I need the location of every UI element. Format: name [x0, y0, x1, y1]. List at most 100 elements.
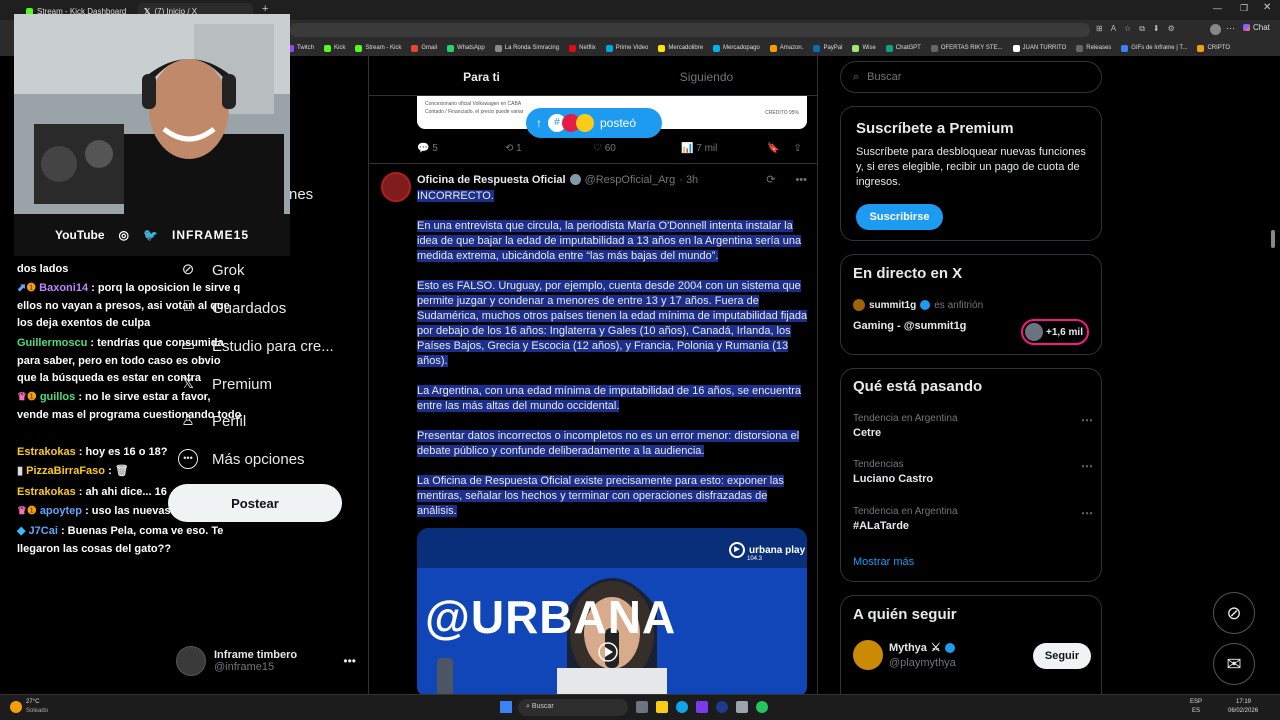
chat-username: Estrakokas: [17, 446, 76, 458]
weather-desc[interactable]: Soleado: [26, 708, 48, 714]
grok-fab[interactable]: ⊘: [1213, 592, 1255, 634]
spotify-icon[interactable]: [756, 701, 768, 713]
brand-name: urbana play: [749, 544, 806, 556]
copilot-chat-button[interactable]: Chat: [1243, 23, 1270, 32]
trend-item[interactable]: Tendencias Luciano Castro ⋯: [853, 459, 1093, 485]
bookmark-label: Prime Video: [615, 45, 649, 51]
trend-more-icon[interactable]: ⋯: [1081, 459, 1093, 473]
edge-icon[interactable]: [676, 701, 688, 713]
reply-button[interactable]: 💬 5: [417, 143, 505, 154]
account-switcher[interactable]: Inframe timbero @inframe15 •••: [176, 644, 356, 678]
bookmark-item[interactable]: Amazon.: [765, 44, 809, 52]
bookmark-item[interactable]: Netflix: [564, 44, 601, 52]
nav-item-perfil[interactable]: ♙ Perfil: [178, 411, 246, 431]
language-indicator[interactable]: ESP: [1190, 699, 1202, 705]
menu-icon[interactable]: ⋯: [1226, 23, 1235, 34]
premium-card: Suscríbete a Premium Suscríbete para des…: [840, 106, 1102, 241]
bookmark-item[interactable]: Mercadopago: [708, 44, 765, 52]
bookmark-item[interactable]: Wise: [847, 44, 880, 52]
tab-following[interactable]: Siguiendo: [594, 56, 817, 95]
post-handle[interactable]: @RespOficial_Arg: [585, 174, 676, 186]
app-icon[interactable]: [696, 701, 708, 713]
bookmark-item[interactable]: La Ronda Simracing: [490, 44, 564, 52]
maximize-button[interactable]: ❐: [1240, 3, 1248, 14]
post-author[interactable]: Oficina de Respuesta Oficial: [417, 174, 566, 186]
verified-badge-icon: [569, 174, 581, 185]
bookmark-item[interactable]: OFERTAS RIKY STE...: [926, 44, 1008, 52]
bookmark-button[interactable]: 🔖: [767, 143, 779, 154]
bookmark-item[interactable]: WhatsApp: [442, 44, 490, 52]
bookmark-item[interactable]: CRIPTO: [1192, 44, 1235, 52]
bookmark-item[interactable]: Releases: [1071, 44, 1116, 52]
nav-item-grok[interactable]: ⊘ Grok: [178, 260, 245, 280]
nav-item-creator-studio[interactable]: ▭ Estudio para cre...: [178, 336, 334, 356]
clock-time[interactable]: 17:19: [1236, 699, 1251, 705]
follow-name-row[interactable]: Mythya ⚔: [889, 641, 955, 654]
nav-label: Estudio para cre...: [212, 337, 334, 355]
task-view-icon[interactable]: [636, 701, 648, 713]
file-explorer-icon[interactable]: [656, 701, 668, 713]
scrollbar-thumb[interactable]: [1271, 230, 1275, 248]
views-button[interactable]: 📊 7 mil: [681, 143, 761, 154]
nav-item-premium[interactable]: 𝕏 Premium: [178, 374, 272, 394]
nav-item-guardados[interactable]: ⎕ Guardados: [178, 298, 286, 318]
close-window-button[interactable]: ✕: [1263, 2, 1271, 13]
taskbar-apps: [636, 701, 776, 715]
taskbar-search[interactable]: ⌕ Buscar: [518, 699, 628, 716]
show-more-link[interactable]: Mostrar más: [853, 556, 914, 568]
toolbar-icons[interactable]: ⊞A☆⧉⬇⚙: [1096, 24, 1183, 34]
bookmark-item[interactable]: Mercadolibre: [653, 44, 708, 52]
bookmark-item[interactable]: GIFs de Inframe | T...: [1116, 44, 1192, 52]
post-time[interactable]: · 3h: [679, 174, 698, 186]
windows-start-icon[interactable]: [500, 701, 512, 713]
weather-sun-icon: [10, 701, 22, 713]
post-paragraph: La Argentina, con una edad mínima de imp…: [417, 385, 802, 412]
share-button[interactable]: ⇪: [793, 143, 801, 154]
nav-label: Grok: [212, 261, 245, 279]
bookmark-item[interactable]: JUAN TURRITO: [1008, 44, 1072, 52]
trend-item[interactable]: Tendencia en Argentina #ALaTarde ⋯: [853, 506, 1093, 532]
tab-for-you[interactable]: Para ti: [369, 56, 594, 95]
bookmark-item[interactable]: Kick: [319, 44, 350, 52]
trend-more-icon[interactable]: ⋯: [1081, 413, 1093, 427]
host-role: es anfitrión: [934, 299, 984, 311]
grok-icon[interactable]: ⟳: [766, 173, 775, 186]
chat-username: Estrakokas: [17, 486, 76, 498]
profile-avatar[interactable]: [1210, 24, 1221, 35]
new-posts-pill[interactable]: ↑ # posteó: [526, 108, 662, 138]
search-box[interactable]: ⌕ Buscar: [840, 61, 1102, 93]
nav-partial-label[interactable]: nes: [289, 186, 313, 203]
bookmark-item[interactable]: Stream - Kick: [350, 44, 406, 52]
trend-item[interactable]: Tendencia en Argentina Cetre ⋯: [853, 413, 1093, 439]
chat-text: :: [108, 465, 112, 477]
minimize-button[interactable]: —: [1213, 3, 1222, 13]
webcam-socials-bar: YouTube ◎ 🐦 INFRAME15: [14, 214, 290, 256]
bookmark-item[interactable]: Gmail: [406, 44, 442, 52]
follow-button[interactable]: Seguir: [1033, 643, 1091, 669]
repost-button[interactable]: ⟲ 1: [505, 143, 593, 154]
app-icon[interactable]: [736, 701, 748, 713]
clock-date[interactable]: 06/02/2026: [1228, 708, 1258, 714]
like-button[interactable]: ♡ 60: [593, 143, 681, 154]
bookmark-item[interactable]: Prime Video: [601, 44, 654, 52]
post-more-icon[interactable]: •••: [795, 174, 807, 186]
weather-temp[interactable]: 27°C: [26, 699, 39, 705]
subscribe-button[interactable]: Suscribirse: [856, 204, 943, 230]
author-avatar[interactable]: [381, 172, 411, 202]
steam-icon[interactable]: [716, 701, 728, 713]
live-host[interactable]: summit1g es anfitrión: [853, 299, 983, 311]
avatar[interactable]: [853, 640, 883, 670]
bookmark-item[interactable]: ChatGPT: [881, 44, 926, 52]
post-video[interactable]: @URBANA ▶ urbana play 104.3: [417, 528, 807, 694]
account-more-icon[interactable]: •••: [343, 654, 356, 668]
messages-fab[interactable]: ✉: [1213, 643, 1255, 685]
bookmark-label: La Ronda Simracing: [504, 45, 560, 51]
trend-more-icon[interactable]: ⋯: [1081, 506, 1093, 520]
live-space-title[interactable]: Gaming - @summit1g: [853, 320, 966, 332]
post-button[interactable]: Postear: [168, 484, 342, 522]
profile-icon: ♙: [181, 412, 195, 429]
bookmark-item[interactable]: PayPal: [808, 44, 847, 52]
nav-item-more[interactable]: ••• Más opciones: [178, 449, 305, 469]
url-field[interactable]: [290, 23, 1090, 37]
listeners-pill[interactable]: +1,6 mil: [1021, 319, 1089, 345]
